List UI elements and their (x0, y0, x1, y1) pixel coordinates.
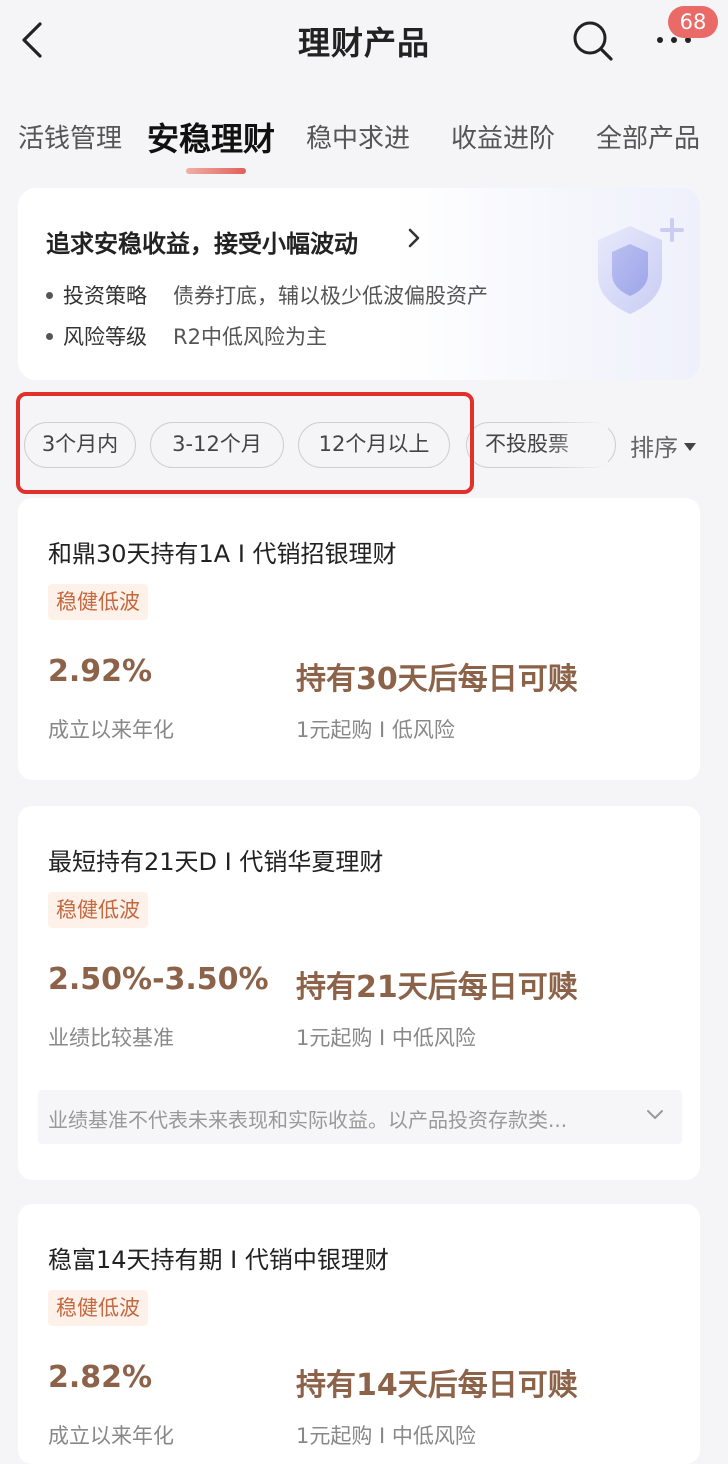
product-name: 最短持有21天D I 代销华夏理财 (48, 848, 384, 876)
product-min-risk: 1元起购 I 中低风险 (296, 1026, 476, 1050)
product-name: 和鼎30天持有1A I 代销招银理财 (48, 540, 397, 568)
strategy-label: 投资策略 (63, 284, 147, 308)
product-min-risk: 1元起购 I 中低风险 (296, 1424, 476, 1448)
intro-strategy-row: 投资策略 债券打底，辅以极少低波偏股资产 (46, 280, 488, 310)
tab-steady-wealth[interactable]: 安稳理财 (147, 114, 275, 160)
product-card[interactable]: 和鼎30天持有1A I 代销招银理财 稳健低波 2.92% 持有30天后每日可赎… (18, 498, 700, 780)
product-min-risk: 1元起购 I 低风险 (296, 718, 455, 742)
top-bar: 理财产品 68 (0, 0, 728, 86)
tab-advanced-returns[interactable]: 收益进阶 (451, 118, 555, 155)
product-rate-label: 成立以来年化 (48, 718, 174, 742)
filter-fade-overlay (548, 420, 608, 470)
sort-button[interactable]: 排序 (630, 428, 696, 463)
intro-risk-row: 风险等级 R2中低风险为主 (46, 321, 327, 351)
bullet-dot (46, 332, 53, 340)
sort-label: 排序 (630, 434, 678, 462)
bullet-dot (46, 291, 53, 299)
category-tabs: 活钱管理 安稳理财 稳中求进 收益进阶 全部产品 (0, 108, 728, 180)
product-rate: 2.50%-3.50% (48, 962, 269, 997)
product-name: 稳富14天持有期 I 代销中银理财 (48, 1246, 389, 1274)
product-rate: 2.82% (48, 1360, 153, 1395)
product-rate-label: 业绩比较基准 (48, 1026, 174, 1050)
product-card[interactable]: 最短持有21天D I 代销华夏理财 稳健低波 2.50%-3.50% 持有21天… (18, 806, 700, 1180)
triangle-down-icon (684, 443, 696, 451)
category-intro-card[interactable]: 追求安稳收益，接受小幅波动 投资策略 债券打底，辅以极少低波偏股资产 风险等级 R2… (18, 188, 700, 380)
risk-label: 风险等级 (63, 325, 147, 349)
risk-value: R2中低风险为主 (173, 325, 327, 349)
highlight-box (16, 392, 474, 494)
strategy-value: 债券打底，辅以极少低波偏股资产 (173, 284, 488, 308)
active-tab-indicator (186, 168, 246, 174)
product-tag: 稳健低波 (48, 892, 148, 928)
product-disclaimer[interactable]: 业绩基准不代表未来表现和实际收益。以产品投资存款类... (38, 1090, 682, 1144)
chevron-down-icon (647, 1110, 663, 1119)
product-tag: 稳健低波 (48, 1290, 148, 1326)
page-title: 理财产品 (297, 24, 430, 62)
shield-icon (598, 218, 684, 314)
disclaimer-text: 业绩基准不代表未来表现和实际收益。以产品投资存款类... (48, 1108, 568, 1132)
search-icon[interactable] (570, 18, 614, 62)
product-rate: 2.92% (48, 654, 153, 689)
product-redeem-rule: 持有14天后每日可赎 (296, 1368, 578, 1403)
product-tag: 稳健低波 (48, 584, 148, 620)
product-card[interactable]: 稳富14天持有期 I 代销中银理财 稳健低波 2.82% 持有14天后每日可赎 … (18, 1204, 700, 1464)
product-redeem-rule: 持有21天后每日可赎 (296, 970, 578, 1005)
product-redeem-rule: 持有30天后每日可赎 (296, 662, 578, 697)
filter-bar: 3个月内 3-12个月 12个月以上 不投股票 排序 (0, 392, 728, 496)
product-rate-label: 成立以来年化 (48, 1424, 174, 1448)
intro-title[interactable]: 追求安稳收益，接受小幅波动 (46, 224, 358, 259)
notification-badge: 68 (668, 6, 718, 38)
tab-liquid-money[interactable]: 活钱管理 (18, 118, 122, 155)
chevron-right-icon (408, 228, 420, 248)
tab-all-products[interactable]: 全部产品 (596, 118, 700, 155)
tab-steady-progress[interactable]: 稳中求进 (306, 118, 410, 155)
